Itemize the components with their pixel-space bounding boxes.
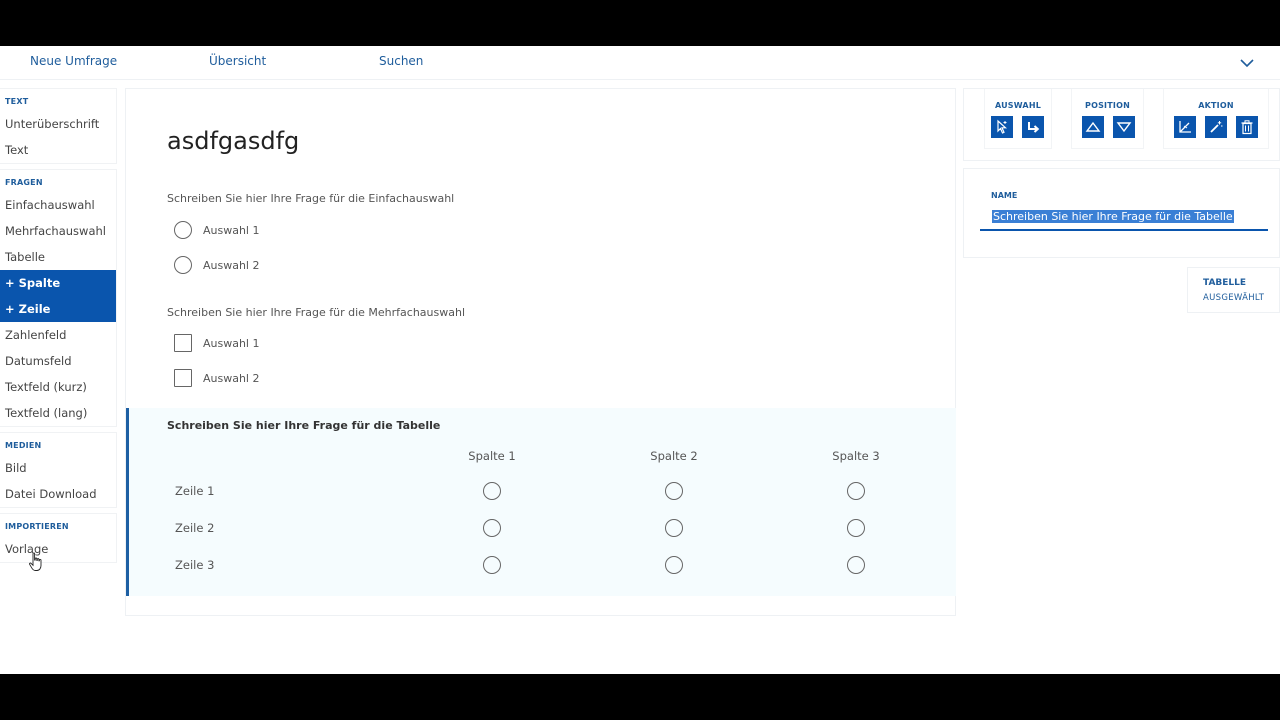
move-up-icon xyxy=(1085,121,1101,132)
sidebar-item-date-field[interactable]: Datumsfeld xyxy=(0,348,116,374)
survey-title[interactable]: asdfgasdfg xyxy=(167,127,299,155)
multi-choice-option-2[interactable]: Auswahl 2 xyxy=(174,368,260,388)
table-radio-r3-c3[interactable] xyxy=(847,556,865,574)
table-column-header: Spalte 1 xyxy=(468,449,516,463)
app-window: Neue Umfrage Übersicht Suchen TEXT Unter… xyxy=(0,46,1280,674)
chevron-down-icon[interactable] xyxy=(1239,55,1255,71)
sidebar-heading-questions: FRAGEN xyxy=(5,178,43,187)
sidebar-item-single-choice[interactable]: Einfachauswahl xyxy=(0,192,116,218)
sidebar-item-add-row[interactable]: + Zeile xyxy=(0,296,116,322)
enter-arrow-button[interactable] xyxy=(1022,116,1044,138)
name-input-selected-text: Schreiben Sie hier Ihre Frage für die Ta… xyxy=(992,210,1234,223)
sidebar-item-textfield-short[interactable]: Textfeld (kurz) xyxy=(0,374,116,400)
sidebar-item-text[interactable]: Text xyxy=(0,137,116,163)
enter-arrow-icon xyxy=(1028,122,1040,133)
option-label: Auswahl 1 xyxy=(203,336,260,350)
angle-axis-button[interactable] xyxy=(1174,116,1196,138)
element-toolbar: AUSWAHL POSITION AKTION xyxy=(963,88,1280,161)
toolbar-group-position: POSITION xyxy=(1071,89,1144,149)
select-pointer-button[interactable] xyxy=(991,116,1013,138)
selected-element-type: TABELLE xyxy=(1203,278,1247,288)
table-radio-r2-c1[interactable] xyxy=(483,519,501,537)
radio-button[interactable] xyxy=(174,221,192,239)
toolbar-heading-position: POSITION xyxy=(1085,101,1130,110)
delete-button[interactable] xyxy=(1236,116,1258,138)
table-column-header: Spalte 2 xyxy=(650,449,698,463)
sidebar-heading-import: IMPORTIEREN xyxy=(5,522,69,531)
sidebar-item-file-download[interactable]: Datei Download xyxy=(0,481,116,507)
selected-status: AUSGEWÄHLT xyxy=(1203,293,1265,303)
sidebar-heading-text: TEXT xyxy=(5,97,29,106)
checkbox[interactable] xyxy=(174,369,192,387)
move-down-icon xyxy=(1116,122,1132,133)
properties-panel: NAME Schreiben Sie hier Ihre Frage für d… xyxy=(963,168,1280,258)
move-down-button[interactable] xyxy=(1113,116,1135,138)
table-radio-r3-c2[interactable] xyxy=(665,556,683,574)
sidebar-group-questions: FRAGEN Einfachauswahl Mehrfachauswahl Ta… xyxy=(0,169,117,427)
sidebar-item-number-field[interactable]: Zahlenfeld xyxy=(0,322,116,348)
letterbox-top xyxy=(0,0,1280,46)
toolbar-heading-selection: AUSWAHL xyxy=(994,101,1042,110)
radio-button[interactable] xyxy=(174,256,192,274)
single-choice-option-2[interactable]: Auswahl 2 xyxy=(174,255,260,275)
table-radio-r3-c1[interactable] xyxy=(483,556,501,574)
option-label: Auswahl 2 xyxy=(203,371,260,385)
name-label: NAME xyxy=(991,191,1018,200)
name-input[interactable]: Schreiben Sie hier Ihre Frage für die Ta… xyxy=(980,207,1268,231)
magic-wand-icon xyxy=(1210,121,1223,133)
table-radio-r1-c1[interactable] xyxy=(483,482,501,500)
table-radio-r1-c3[interactable] xyxy=(847,482,865,500)
nav-search[interactable]: Suchen xyxy=(379,54,423,68)
element-sidebar: TEXT Unterüberschrift Text FRAGEN Einfac… xyxy=(0,88,117,568)
table-row-header: Zeile 1 xyxy=(175,484,215,498)
table-row-header: Zeile 2 xyxy=(175,521,215,535)
sidebar-item-multi-choice[interactable]: Mehrfachauswahl xyxy=(0,218,116,244)
letterbox-bottom xyxy=(0,674,1280,720)
angle-axis-icon xyxy=(1179,121,1191,133)
hand-cursor-icon xyxy=(29,552,42,571)
toolbar-heading-action: AKTION xyxy=(1198,101,1234,110)
sidebar-heading-media: MEDIEN xyxy=(5,441,42,450)
top-navigation: Neue Umfrage Übersicht Suchen xyxy=(0,46,1280,80)
sidebar-item-textfield-long[interactable]: Textfeld (lang) xyxy=(0,400,116,426)
nav-new-survey[interactable]: Neue Umfrage xyxy=(30,54,117,68)
sidebar-item-add-column[interactable]: + Spalte xyxy=(0,270,116,296)
checkbox[interactable] xyxy=(174,334,192,352)
sidebar-group-import: IMPORTIEREN Vorlage xyxy=(0,513,117,563)
toolbar-group-action: AKTION xyxy=(1163,89,1269,149)
table-radio-r2-c3[interactable] xyxy=(847,519,865,537)
multi-choice-option-1[interactable]: Auswahl 1 xyxy=(174,333,260,353)
table-column-header: Spalte 3 xyxy=(832,449,880,463)
sidebar-item-table[interactable]: Tabelle xyxy=(0,244,116,270)
option-label: Auswahl 2 xyxy=(203,258,260,272)
sidebar-group-text: TEXT Unterüberschrift Text xyxy=(0,88,117,164)
sidebar-item-image[interactable]: Bild xyxy=(0,455,116,481)
trash-icon xyxy=(1241,120,1253,135)
selection-indicator: TABELLE AUSGEWÄHLT xyxy=(1187,267,1280,313)
sidebar-item-subheading[interactable]: Unterüberschrift xyxy=(0,111,116,137)
sidebar-group-media: MEDIEN Bild Datei Download xyxy=(0,432,117,508)
table-question-block[interactable]: Schreiben Sie hier Ihre Frage für die Ta… xyxy=(126,408,956,596)
magic-wand-button[interactable] xyxy=(1205,116,1227,138)
move-up-button[interactable] xyxy=(1082,116,1104,138)
multi-choice-question[interactable]: Schreiben Sie hier Ihre Frage für die Me… xyxy=(167,306,465,319)
toolbar-group-selection: AUSWAHL xyxy=(984,89,1052,149)
single-choice-option-1[interactable]: Auswahl 1 xyxy=(174,220,260,240)
table-radio-r1-c2[interactable] xyxy=(665,482,683,500)
table-question[interactable]: Schreiben Sie hier Ihre Frage für die Ta… xyxy=(167,419,440,432)
nav-overview[interactable]: Übersicht xyxy=(209,54,266,68)
table-row-header: Zeile 3 xyxy=(175,558,215,572)
single-choice-question[interactable]: Schreiben Sie hier Ihre Frage für die Ei… xyxy=(167,192,454,205)
select-pointer-icon xyxy=(997,119,1008,134)
sidebar-item-template[interactable]: Vorlage xyxy=(0,536,116,562)
option-label: Auswahl 1 xyxy=(203,223,260,237)
table-radio-r2-c2[interactable] xyxy=(665,519,683,537)
survey-canvas: asdfgasdfg Schreiben Sie hier Ihre Frage… xyxy=(125,88,956,616)
